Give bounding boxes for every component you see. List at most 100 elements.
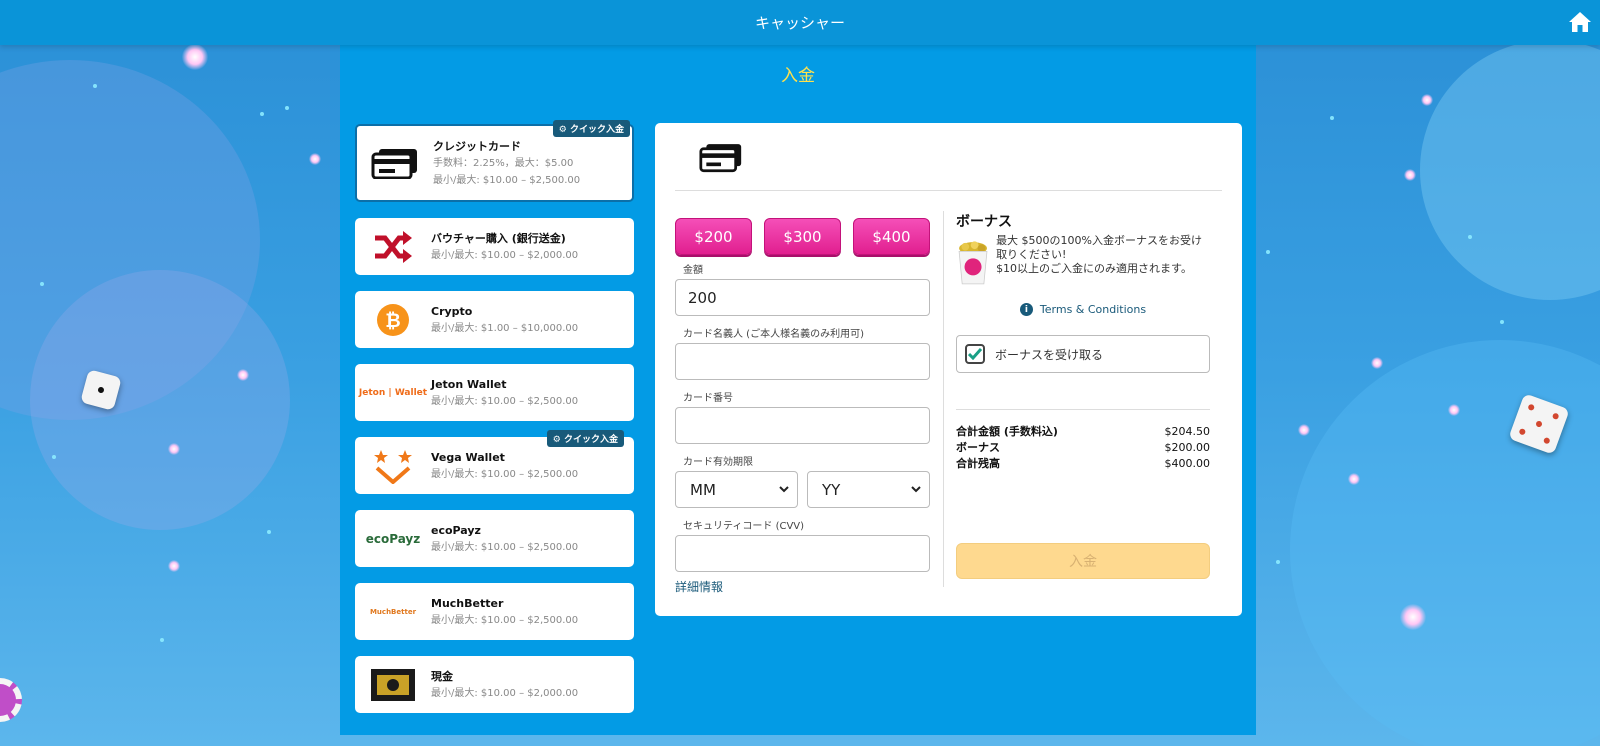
method-info: MuchBetter 最小/最大: $10.00 – $2,500.00 bbox=[431, 595, 578, 629]
bonus-checkbox[interactable] bbox=[965, 344, 985, 364]
total-balance-label: 合計残高 bbox=[956, 457, 1000, 470]
method-name: ecoPayz bbox=[431, 523, 481, 537]
chevron-down-icon bbox=[911, 486, 921, 493]
method-limits: 最小/最大: $10.00 – $2,500.00 bbox=[431, 395, 579, 407]
bitcoin-icon: ₿ bbox=[355, 303, 431, 337]
section-title: 入金 bbox=[781, 66, 815, 86]
total-amount-label: 合計金額 (手数料込) bbox=[956, 425, 1058, 438]
method-limits: 最小/最大: $1.00 – $10,000.00 bbox=[431, 322, 579, 334]
cvv-label: セキュリティコード (CVV) bbox=[683, 521, 805, 532]
cash-logo bbox=[355, 668, 431, 701]
sparkle bbox=[309, 153, 321, 165]
total-amount-value: $204.50 bbox=[1164, 425, 1211, 438]
method-limits: 最小/最大: $10.00 – $2,500.00 bbox=[431, 468, 579, 480]
method-ecopayz[interactable]: ecoPayz ecoPayz 最小/最大: $10.00 – $2,500.0… bbox=[355, 510, 634, 567]
bonus-description: 最大 $500の100%入金ボーナスをお受け取りください! $10以上のご入金に… bbox=[996, 234, 1210, 292]
expiry-year-value: YY bbox=[822, 480, 841, 499]
method-cash[interactable]: 現金 最小/最大: $10.00 – $2,000.00 bbox=[355, 656, 634, 713]
expiry-label: カード有効期限 bbox=[683, 457, 753, 468]
chevron-down-icon bbox=[779, 486, 789, 493]
bonus-amount-row: ボーナス $200.00 bbox=[956, 440, 1210, 456]
sparkle bbox=[168, 443, 180, 455]
sparkle bbox=[182, 44, 208, 70]
method-name: Jeton Wallet bbox=[431, 377, 507, 391]
method-limits: 最小/最大: $10.00 – $2,000.00 bbox=[431, 249, 579, 261]
star-dot bbox=[52, 455, 56, 459]
background-orb bbox=[1420, 40, 1600, 300]
top-bar: キャッシャー bbox=[0, 0, 1600, 45]
method-limits: 最小/最大: $10.00 – $2,500.00 bbox=[433, 174, 581, 186]
method-name: MuchBetter bbox=[431, 596, 504, 610]
total-balance-row: 合計残高 $400.00 bbox=[956, 456, 1210, 472]
amount-label: 金額 bbox=[683, 265, 703, 276]
deposit-form-card: $200 $300 $400 金額 200 カード名義人 (ご本人様名義のみ利用… bbox=[655, 123, 1242, 616]
cardholder-input[interactable] bbox=[675, 343, 930, 380]
totals-summary: 合計金額 (手数料込) $204.50 ボーナス $200.00 合計残高 $4… bbox=[956, 424, 1210, 472]
expiry-year-select[interactable]: YY bbox=[807, 471, 930, 508]
method-info: ecoPayz 最小/最大: $10.00 – $2,500.00 bbox=[431, 522, 578, 556]
background-orb bbox=[30, 270, 290, 530]
method-crypto[interactable]: ₿ Crypto 最小/最大: $1.00 – $10,000.00 bbox=[355, 291, 634, 348]
jeton-wallet-logo: Jeton | Wallet bbox=[358, 387, 428, 398]
details-link[interactable]: 詳細情報 bbox=[675, 578, 930, 595]
background-orb bbox=[1290, 340, 1600, 746]
star-dot bbox=[1330, 116, 1334, 120]
deposit-submit-button[interactable]: 入金 bbox=[956, 543, 1210, 579]
sparkle bbox=[1448, 404, 1460, 416]
method-name: Vega Wallet bbox=[431, 450, 505, 464]
svg-text:₿: ₿ bbox=[385, 310, 400, 332]
star-dot bbox=[40, 282, 44, 286]
cvv-input[interactable] bbox=[675, 535, 930, 572]
column-divider bbox=[943, 211, 944, 587]
credit-card-icon bbox=[357, 147, 433, 179]
bonus-checkbox-row[interactable]: ボーナスを受け取る bbox=[956, 335, 1210, 373]
star-dot bbox=[260, 112, 264, 116]
checkmark-icon bbox=[968, 348, 982, 360]
bonus-offer: 最大 $500の100%入金ボーナスをお受け取りください! $10以上のご入金に… bbox=[956, 234, 1210, 292]
method-limits: 最小/最大: $10.00 – $2,000.00 bbox=[431, 687, 579, 699]
muchbetter-logo: MuchBetter bbox=[369, 607, 417, 616]
bonus-amount-label: ボーナス bbox=[956, 441, 1000, 454]
card-number-input[interactable] bbox=[675, 407, 930, 444]
method-info: Crypto 最小/最大: $1.00 – $10,000.00 bbox=[431, 303, 578, 337]
amount-input[interactable]: 200 bbox=[675, 279, 930, 316]
method-name: Crypto bbox=[431, 304, 473, 318]
home-icon[interactable] bbox=[1568, 11, 1592, 33]
amount-300-button[interactable]: $300 bbox=[764, 218, 841, 255]
bonus-checkbox-label: ボーナスを受け取る bbox=[995, 347, 1104, 362]
bonus-section: ボーナス 最大 $500の100%入金ボーナスをお受け取りください! $10以上… bbox=[956, 211, 1210, 472]
totals-divider bbox=[956, 409, 1210, 410]
cardholder-label: カード名義人 (ご本人様名義のみ利用可) bbox=[683, 329, 864, 340]
sparkle bbox=[1348, 473, 1360, 485]
expiry-selects: MM YY bbox=[675, 471, 930, 508]
method-info: 現金 最小/最大: $10.00 – $2,000.00 bbox=[431, 668, 578, 702]
casino-chip-decoration bbox=[0, 678, 22, 722]
method-vega-wallet[interactable]: ⚙ クイック入金 Vega Wallet 最小/最大: $10.00 – $2,… bbox=[355, 430, 634, 494]
total-balance-value: $400.00 bbox=[1164, 457, 1211, 470]
method-voucher[interactable]: バウチャー購入 (銀行送金) 最小/最大: $10.00 – $2,000.00 bbox=[355, 218, 634, 275]
method-credit-card[interactable]: ⚙ クイック入金 クレジットカード 手数料：2.25%，最大：$5.00 最小/… bbox=[355, 120, 634, 202]
shuffle-icon bbox=[355, 230, 431, 264]
terms-link[interactable]: i Terms & Conditions bbox=[956, 303, 1210, 316]
amount-200-button[interactable]: $200 bbox=[675, 218, 752, 255]
bonus-condition-text: $10以上のご入金にのみ適用されます。 bbox=[996, 262, 1192, 275]
method-limits: 最小/最大: $10.00 – $2,500.00 bbox=[431, 541, 579, 553]
card-header bbox=[675, 123, 1222, 191]
cashier-panel: 入金 ⚙ クイック入金 クレジットカード 手数料：2.25%，最大：$5.00 … bbox=[340, 45, 1256, 735]
method-info: クレジットカード 手数料：2.25%，最大：$5.00 最小/最大: $10.0… bbox=[433, 138, 580, 189]
star-dot bbox=[267, 530, 271, 534]
method-info: Jeton Wallet 最小/最大: $10.00 – $2,500.00 bbox=[431, 376, 578, 410]
star-dot bbox=[1276, 560, 1280, 564]
amount-400-button[interactable]: $400 bbox=[853, 218, 930, 255]
star-dot bbox=[285, 106, 289, 110]
method-info: バウチャー購入 (銀行送金) 最小/最大: $10.00 – $2,000.00 bbox=[431, 230, 578, 264]
star-dot bbox=[1468, 235, 1472, 239]
sparkle bbox=[237, 369, 249, 381]
star-dot bbox=[160, 638, 164, 642]
expiry-month-select[interactable]: MM bbox=[675, 471, 798, 508]
sparkle bbox=[1371, 357, 1383, 369]
bonus-bucket-image bbox=[958, 241, 988, 285]
method-jeton-wallet[interactable]: Jeton | Wallet Jeton Wallet 最小/最大: $10.0… bbox=[355, 364, 634, 421]
method-muchbetter[interactable]: MuchBetter MuchBetter 最小/最大: $10.00 – $2… bbox=[355, 583, 634, 640]
total-amount-row: 合計金額 (手数料込) $204.50 bbox=[956, 424, 1210, 440]
